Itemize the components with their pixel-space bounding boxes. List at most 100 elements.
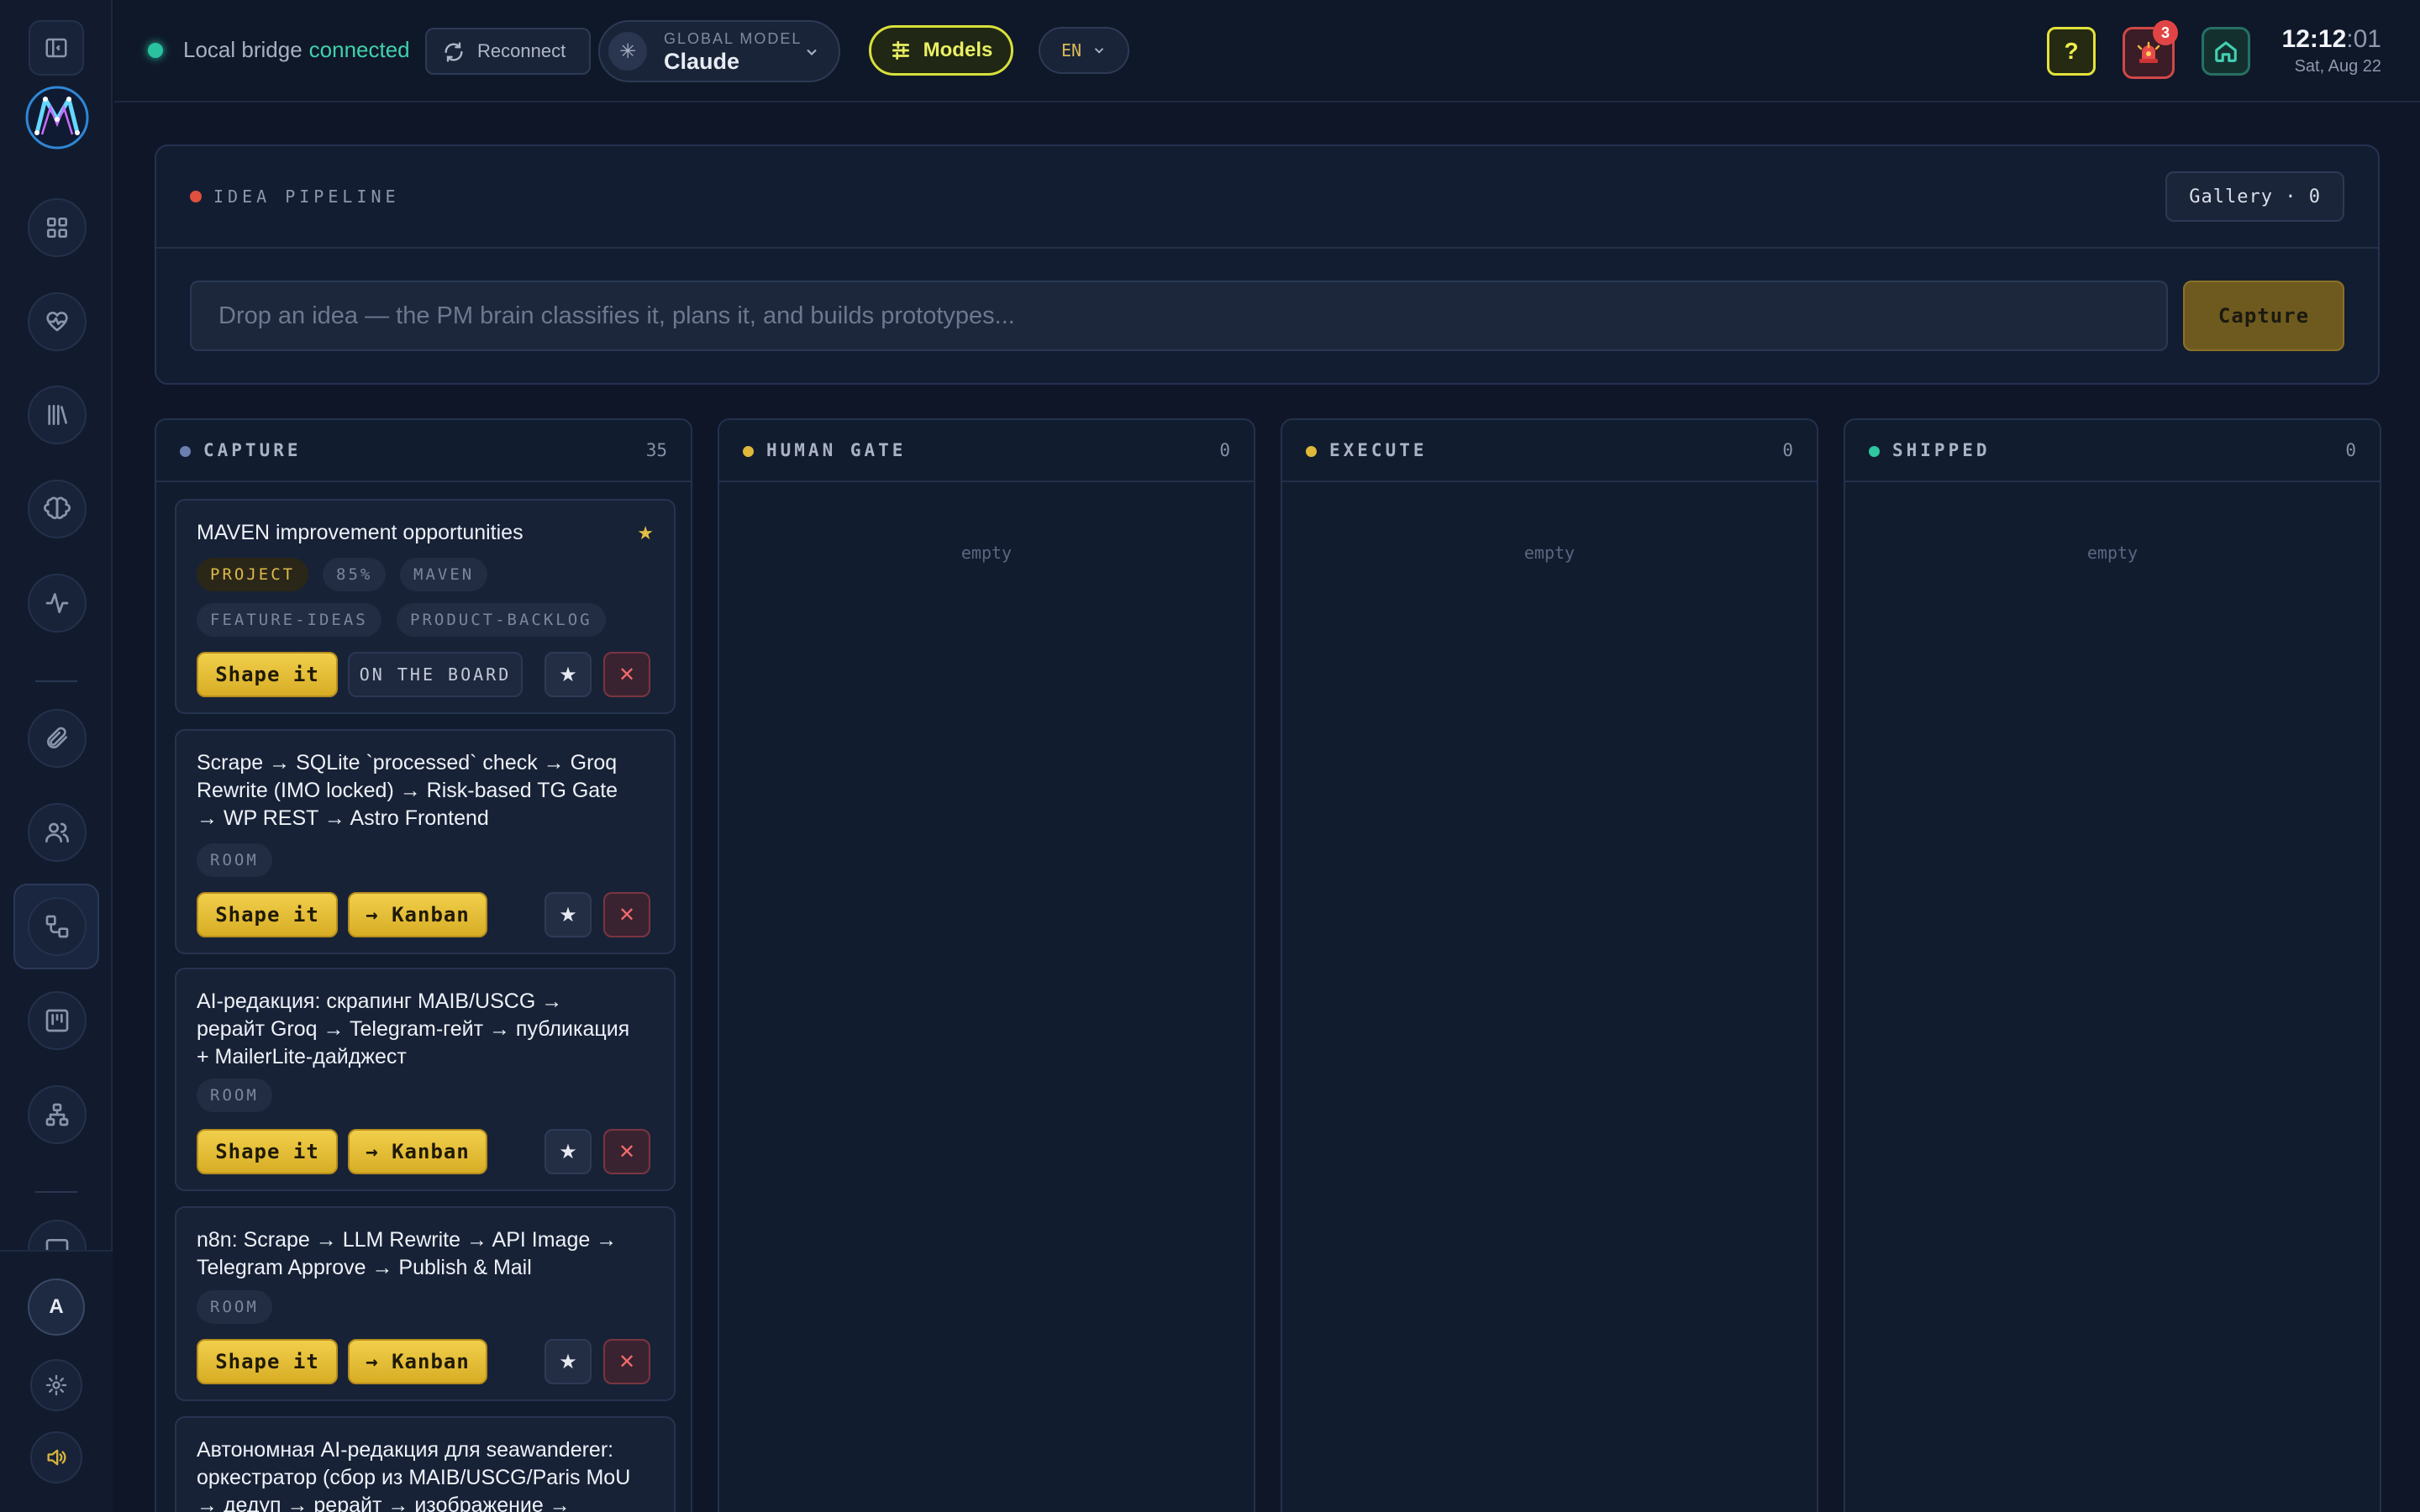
nav-team[interactable] (28, 803, 87, 862)
settings-button[interactable] (30, 1359, 82, 1411)
column-human-gate: HUMAN GATE 0 empty (718, 418, 1255, 1512)
shape-it-button[interactable]: Shape it (197, 1339, 338, 1384)
card-tag: 85% (323, 558, 387, 591)
global-model-select[interactable]: ✳ GLOBAL MODEL Claude (598, 20, 840, 82)
language-value: EN (1060, 40, 1082, 60)
chevron-down-icon (807, 49, 817, 55)
idea-card[interactable]: AI-редакция: скрапинг MAIB/USCG → рерайт… (175, 968, 676, 1191)
status-dot-icon (743, 446, 754, 457)
card-tag: PRODUCT-BACKLOG (397, 603, 606, 637)
sound-button[interactable] (30, 1431, 82, 1483)
reconnect-label: Reconnect (477, 40, 566, 61)
sidebar-divider (35, 1191, 77, 1193)
library-icon (48, 405, 67, 425)
column-header: EXECUTE 0 (1282, 420, 1817, 482)
column-count: 0 (1219, 440, 1230, 460)
card-tag: ROOM (197, 1290, 272, 1324)
gear-icon (45, 1374, 67, 1396)
idea-card[interactable]: Scrape → SQLite `processed` check → Groq… (175, 729, 676, 954)
card-tag: MAVEN (400, 558, 488, 591)
column-header: CAPTURE 35 (156, 420, 691, 482)
nav-library[interactable] (28, 386, 87, 444)
paperclip-icon (47, 727, 67, 748)
reconnect-button[interactable]: Reconnect (425, 28, 592, 75)
dismiss-button[interactable]: ✕ (603, 892, 650, 937)
nav-org[interactable] (28, 1085, 87, 1144)
card-tag: PROJECT (197, 558, 309, 591)
nav-brain[interactable] (28, 480, 87, 538)
to-kanban-button[interactable]: → Kanban (348, 1339, 487, 1384)
card-tag: ROOM (197, 843, 272, 877)
help-button[interactable]: ? (2047, 27, 2096, 76)
gallery-button[interactable]: Gallery · 0 (2165, 171, 2344, 222)
idea-card[interactable]: Автономная AI-редакция для seawanderer: … (175, 1416, 676, 1512)
panel-left-icon (45, 38, 67, 58)
sitemap-icon (45, 1103, 69, 1126)
nav-attachments[interactable] (28, 709, 87, 768)
card-title: Scrape → SQLite `processed` check → Groq… (197, 751, 618, 830)
shape-it-button[interactable]: Shape it (197, 892, 338, 937)
activity-icon (45, 593, 69, 613)
clock-time: 12:12:01 (2282, 25, 2381, 54)
layout-grid-icon (46, 218, 67, 238)
kanban-icon (45, 1009, 69, 1032)
clock-seconds: :01 (2346, 25, 2381, 53)
bridge-state: connected (308, 37, 410, 62)
bridge-status: Local bridge connected (148, 37, 410, 63)
nav-health[interactable] (28, 292, 87, 351)
star-button[interactable]: ★ (544, 1339, 592, 1384)
empty-state: empty (1523, 543, 1576, 563)
nav-pipeline[interactable] (28, 897, 87, 956)
shape-it-button[interactable]: Shape it (197, 1129, 338, 1174)
column-count: 0 (1782, 440, 1793, 460)
app-logo (25, 86, 89, 150)
capture-button[interactable]: Capture (2183, 281, 2344, 351)
status-dot-icon (190, 191, 202, 202)
idea-card[interactable]: MAVEN improvement opportunities ★ PROJEC… (175, 499, 676, 714)
sidebar-toggle-button[interactable] (29, 20, 84, 76)
status-dot-icon (1869, 446, 1880, 457)
to-kanban-button[interactable]: → Kanban (348, 892, 487, 937)
dismiss-button[interactable]: ✕ (603, 1339, 650, 1384)
idea-card[interactable]: n8n: Scrape → LLM Rewrite → API Image → … (175, 1206, 676, 1401)
user-avatar[interactable]: A (28, 1278, 85, 1336)
empty-state: empty (960, 543, 1013, 563)
global-model-label: GLOBAL MODEL (664, 30, 802, 47)
star-button[interactable]: ★ (544, 892, 592, 937)
nav-activity[interactable] (28, 574, 87, 633)
clock-hours-minutes: 12:12 (2281, 25, 2347, 53)
column-count: 0 (2345, 440, 2356, 460)
idea-input[interactable] (190, 281, 2168, 351)
models-button[interactable]: Models (869, 25, 1013, 76)
divider (156, 247, 2378, 249)
home-button[interactable] (2202, 27, 2250, 76)
column-header: HUMAN GATE 0 (719, 420, 1254, 482)
nav-kanban[interactable] (28, 991, 87, 1050)
column-title: CAPTURE (203, 440, 302, 460)
to-kanban-button[interactable]: → Kanban (348, 1129, 487, 1174)
column-capture: CAPTURE 35 MAVEN improvement opportuniti… (155, 418, 692, 1512)
nav-dashboard[interactable] (28, 198, 87, 257)
dismiss-button[interactable]: ✕ (603, 652, 650, 697)
star-button[interactable]: ★ (544, 1129, 592, 1174)
speaker-icon (47, 1449, 66, 1466)
language-select[interactable]: EN (1039, 27, 1129, 74)
chevron-down-icon (1094, 48, 1104, 54)
dismiss-button[interactable]: ✕ (603, 1129, 650, 1174)
card-title: n8n: Scrape → LLM Rewrite → API Image → … (197, 1228, 618, 1279)
column-title: SHIPPED (1892, 440, 1991, 460)
card-title: AI-редакция: скрапинг MAIB/USCG → рерайт… (197, 990, 630, 1068)
users-icon (45, 822, 69, 843)
pipeline-title: IDEA PIPELINE (213, 186, 400, 207)
home-icon (2215, 41, 2237, 62)
clock: 12:12:01 Sat, Aug 22 (2282, 25, 2381, 76)
card-title: Автономная AI-редакция для seawanderer: … (197, 1438, 631, 1512)
star-button[interactable]: ★ (544, 652, 592, 697)
refresh-icon (445, 42, 463, 62)
shape-it-button[interactable]: Shape it (197, 652, 338, 697)
star-icon: ★ (637, 522, 654, 543)
column-title: HUMAN GATE (766, 440, 907, 460)
heart-pulse-icon (46, 312, 68, 332)
column-execute: EXECUTE 0 empty (1281, 418, 1818, 1512)
on-board-status: ON THE BOARD (348, 652, 523, 697)
